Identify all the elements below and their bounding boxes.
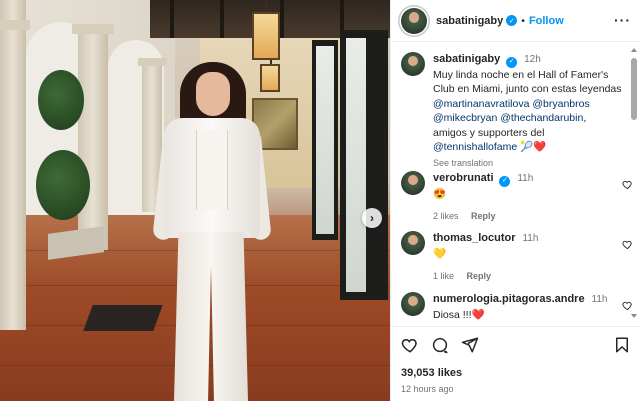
reply-button[interactable]: Reply	[467, 271, 492, 281]
plant-lower	[36, 150, 90, 220]
comment-text: Diosa !!!❤️	[433, 308, 485, 321]
comment-item: numerologia.pitagoras.andre 11h Diosa !!…	[401, 292, 633, 322]
mention-link[interactable]: @martinanavratilova	[433, 98, 529, 110]
caption-emoji: 🎾❤️	[520, 141, 547, 154]
plant-upper	[38, 70, 84, 130]
comment-time: 11h	[522, 233, 539, 244]
share-icon[interactable]	[461, 336, 479, 354]
reply-button[interactable]: Reply	[471, 211, 496, 221]
see-translation-link[interactable]: See translation	[433, 156, 633, 171]
pillar-front	[0, 0, 26, 330]
likes-count[interactable]: 39,053 likes	[401, 367, 631, 379]
next-photo-button[interactable]: ›	[362, 208, 382, 228]
comments-list[interactable]: sabatinigaby ✓ 12h Muy linda noche en el…	[391, 43, 640, 325]
mention-link[interactable]: @mikecbryan	[433, 112, 497, 124]
post-photo[interactable]: ›	[0, 0, 390, 401]
comment-likes[interactable]: 2 likes	[433, 211, 459, 221]
commenter-avatar[interactable]	[401, 292, 425, 316]
author-avatar[interactable]	[401, 7, 427, 34]
comment-time: 11h	[591, 294, 608, 305]
verified-badge-icon: ✓	[506, 56, 518, 68]
woman-vest	[196, 130, 228, 210]
caption: sabatinigaby ✓ 12h Muy linda noche en el…	[401, 52, 633, 170]
caption-username[interactable]: sabatinigaby	[433, 53, 500, 65]
caption-text-line: Muy linda noche en el Hall of Famer's	[433, 68, 609, 81]
post-side-panel: sabatinigaby ✓ • Follow ··· sabatinigaby…	[390, 0, 640, 401]
scroll-thumb[interactable]	[631, 58, 637, 120]
bookmark-icon[interactable]	[613, 336, 631, 354]
comments-scrollbar[interactable]	[631, 48, 637, 318]
author-username[interactable]: sabatinigaby	[436, 15, 503, 27]
commenter-username[interactable]: thomas_locutor	[433, 232, 516, 244]
caption-punctuation: ,	[583, 112, 587, 125]
floor-mat	[83, 305, 163, 331]
commenter-avatar[interactable]	[401, 171, 425, 195]
commenter-username[interactable]: verobrunati	[433, 172, 494, 184]
commenter-username[interactable]: numerologia.pitagoras.andre	[433, 293, 585, 305]
scroll-down-arrow-icon[interactable]	[631, 314, 637, 318]
caption-time: 12h	[524, 54, 541, 65]
verified-badge-icon: ✓	[499, 175, 511, 187]
caption-avatar[interactable]	[401, 52, 425, 76]
post-timestamp[interactable]: 12 hours ago	[401, 384, 631, 394]
comment-text: 💛	[433, 247, 447, 260]
mention-link[interactable]: @bryanbros	[532, 98, 589, 110]
scroll-up-arrow-icon[interactable]	[631, 48, 637, 52]
post-header: sabatinigaby ✓ • Follow ···	[391, 0, 640, 42]
separator-dot: •	[521, 14, 525, 27]
comment-item: verobrunati ✓ 11h 😍 2 likes Reply	[401, 171, 633, 224]
pillar-middle	[78, 30, 108, 250]
heart-icon[interactable]	[401, 336, 419, 354]
verified-badge-icon: ✓	[506, 15, 518, 26]
lantern-upper	[252, 12, 280, 60]
comment-likes[interactable]: 1 like	[433, 271, 454, 281]
commenter-avatar[interactable]	[401, 231, 425, 255]
comment-time: 11h	[517, 173, 534, 184]
more-options-icon[interactable]: ···	[614, 12, 631, 28]
mention-link[interactable]: @thechandarubin	[500, 112, 583, 124]
lantern-lower	[260, 64, 280, 92]
comment-icon[interactable]	[431, 336, 449, 354]
woman-face	[196, 72, 230, 116]
caption-text-line: amigos y supporters del	[433, 126, 545, 139]
post-actions: 39,053 likes 12 hours ago	[391, 326, 640, 394]
comment-item: thomas_locutor 11h 💛 1 like Reply	[401, 231, 633, 284]
comment-text: 😍	[433, 187, 447, 200]
caption-text-line: Club en Miami, junto con estas leyendas	[433, 83, 622, 96]
follow-button[interactable]: Follow	[529, 15, 564, 27]
mention-link[interactable]: @tennishallofame	[433, 141, 517, 153]
